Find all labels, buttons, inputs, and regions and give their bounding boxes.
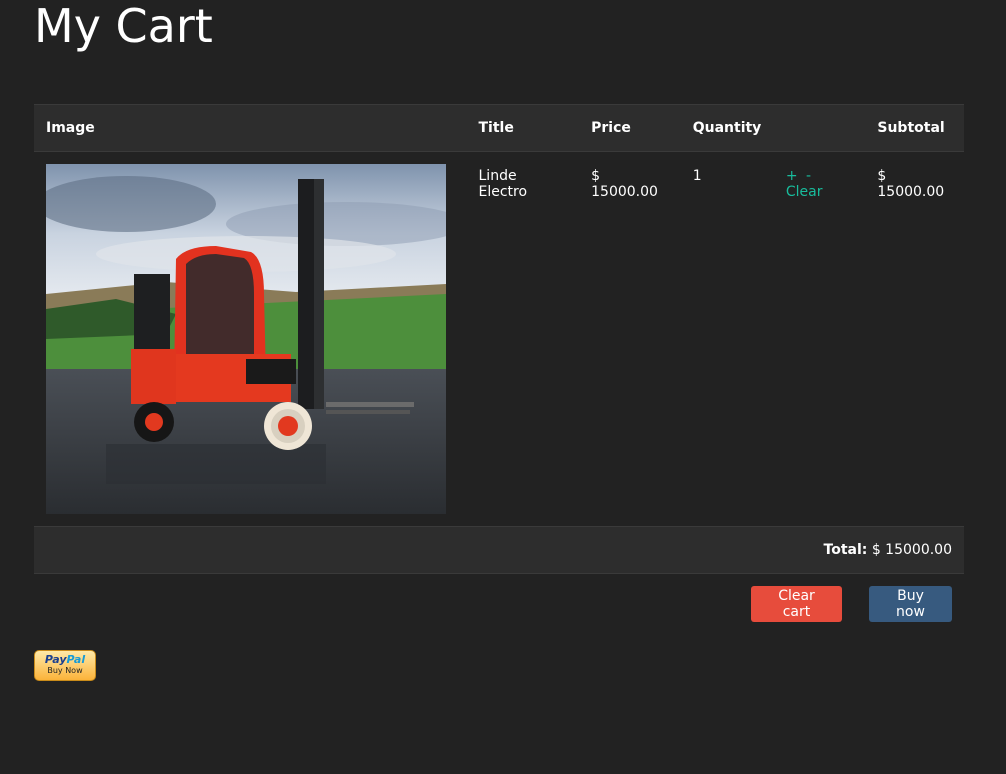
paypal-logo-pal: Pal: [66, 653, 86, 666]
header-subtotal: Subtotal: [865, 104, 964, 152]
header-actions: [773, 104, 866, 152]
page-title: My Cart: [34, 0, 213, 53]
paypal-buy-now-button[interactable]: PayPal Buy Now: [34, 650, 96, 681]
table-row: Linde Electro $ 15000.00 1 + - Clear $ 1…: [34, 152, 964, 527]
product-image-cell: [34, 152, 467, 527]
total-label: Total:: [823, 542, 868, 558]
paypal-sub-label: Buy Now: [47, 666, 83, 675]
total-value: $ 15000.00: [871, 542, 952, 558]
table-header-row: Image Title Price Quantity Subtotal: [34, 104, 964, 152]
product-quantity: 1: [692, 168, 702, 184]
header-quantity: Quantity: [680, 104, 774, 152]
clear-item-link[interactable]: Clear: [786, 184, 823, 200]
increase-quantity-link[interactable]: +: [786, 168, 798, 184]
product-subtotal: $ 15000.00: [877, 168, 945, 200]
header-price: Price: [579, 104, 681, 152]
product-price: $ 15000.00: [591, 168, 658, 200]
clear-cart-button[interactable]: Clear cart: [751, 586, 842, 622]
cart-table: Image Title Price Quantity Subtotal Lind…: [34, 104, 964, 574]
paypal-logo: PayPal: [35, 653, 95, 666]
total-row: Total: $ 15000.00: [34, 526, 964, 574]
header-title: Title: [466, 104, 580, 152]
product-title: Linde Electro: [478, 168, 528, 200]
buy-now-button[interactable]: Buy now: [869, 586, 952, 622]
header-image: Image: [34, 104, 467, 152]
product-image: [46, 164, 446, 514]
cart-page: My Cart Image Title Price Quantity Subto…: [0, 0, 1006, 774]
paypal-logo-pay: Pay: [44, 653, 67, 666]
quantity-actions: + - Clear: [774, 152, 866, 527]
forklift-image: [46, 164, 446, 514]
decrease-quantity-link[interactable]: -: [806, 168, 811, 184]
total-cell: Total: $ 15000.00: [34, 526, 964, 574]
